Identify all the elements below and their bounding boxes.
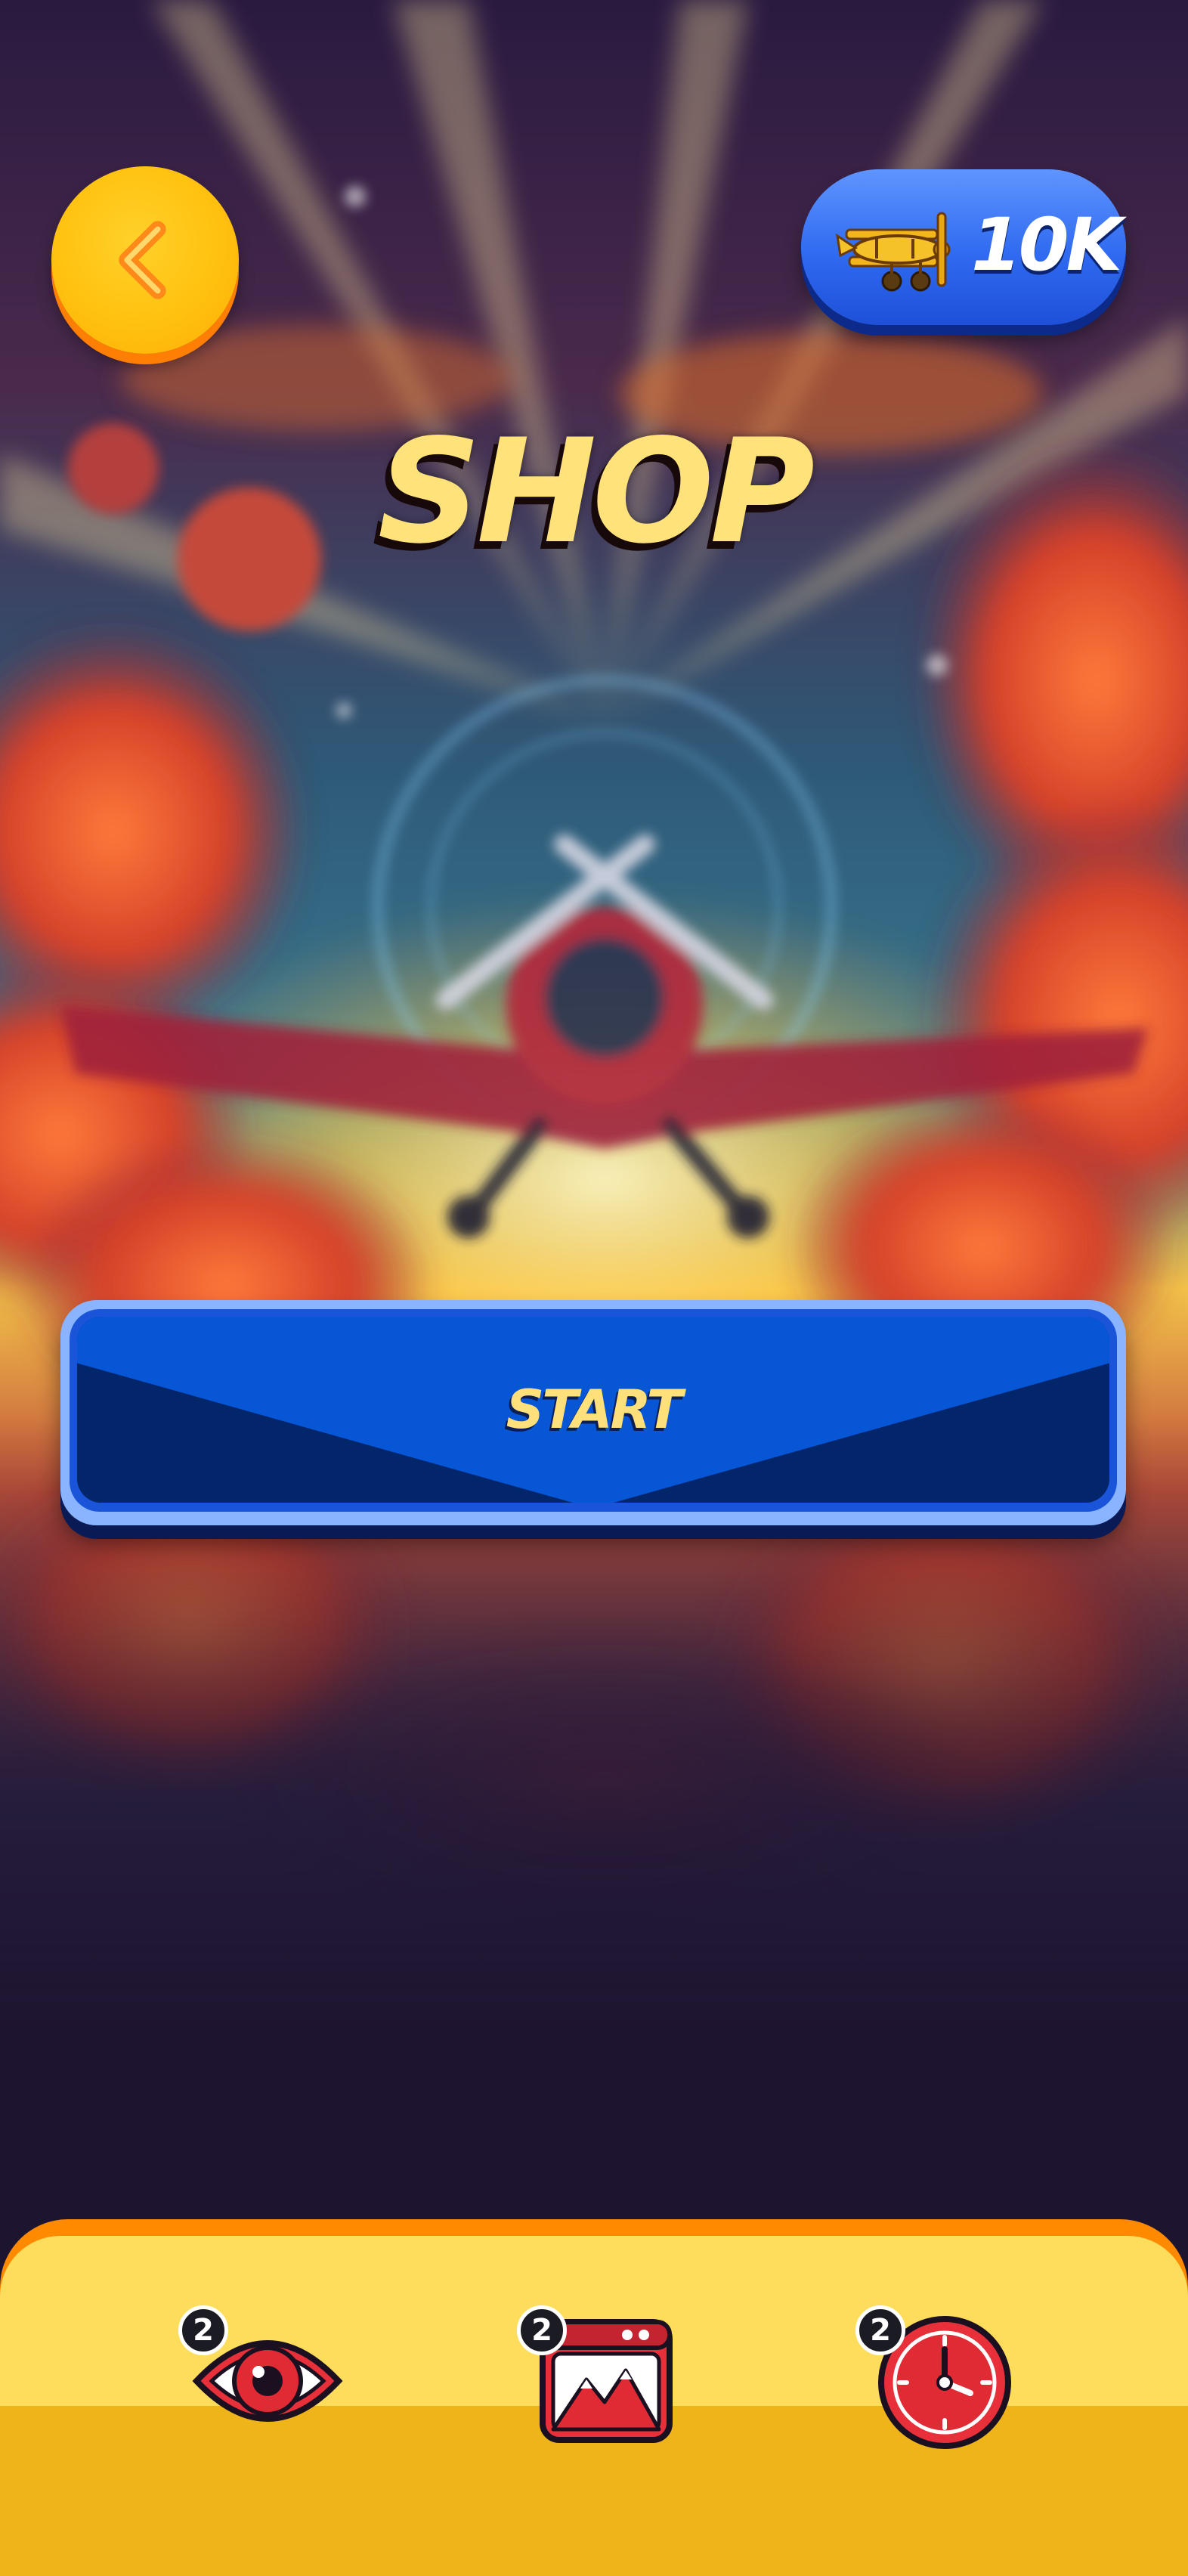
chevron-left-icon bbox=[119, 221, 166, 299]
background-scene bbox=[0, 0, 1188, 2576]
eye-count-badge: 2 bbox=[178, 2305, 228, 2355]
page-title: SHOP bbox=[377, 408, 815, 575]
start-button-rim: START bbox=[70, 1309, 1117, 1512]
balance-display: 10K bbox=[801, 169, 1126, 325]
back-button[interactable] bbox=[51, 166, 239, 354]
start-button-label: START bbox=[506, 1379, 682, 1441]
biplane-icon bbox=[835, 212, 951, 292]
landscape-count-badge: 2 bbox=[517, 2305, 567, 2355]
balance-value: 10K bbox=[971, 203, 1122, 287]
scene-fade bbox=[0, 0, 1188, 2576]
powerup-landscape[interactable]: 2 bbox=[517, 2305, 683, 2457]
powerup-eye[interactable]: 2 bbox=[178, 2305, 345, 2457]
clock-count-badge: 2 bbox=[855, 2305, 905, 2355]
start-button[interactable]: START bbox=[60, 1300, 1126, 1525]
powerup-clock[interactable]: 2 bbox=[855, 2305, 1022, 2457]
start-button-face: START bbox=[77, 1317, 1109, 1503]
